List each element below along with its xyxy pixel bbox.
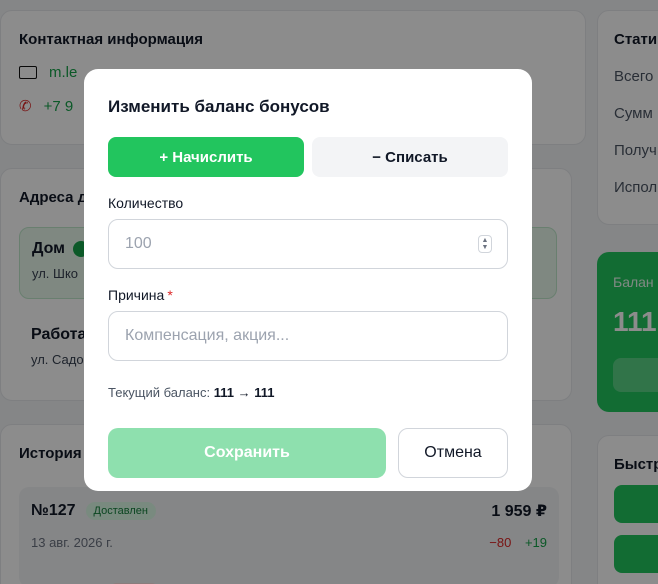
reason-label: Причина bbox=[108, 287, 165, 303]
current-balance-label: Текущий баланс: bbox=[108, 385, 211, 400]
accrue-button[interactable]: + Начислить bbox=[108, 137, 304, 177]
cancel-button[interactable]: Отмена bbox=[398, 428, 508, 478]
save-button[interactable]: Сохранить bbox=[108, 428, 386, 478]
write-off-button[interactable]: − Списать bbox=[312, 137, 508, 177]
edit-bonus-balance-dialog: Изменить баланс бонусов + Начислить − Сп… bbox=[84, 69, 532, 491]
number-stepper-icon[interactable]: ▲ ▼ bbox=[478, 235, 492, 253]
amount-input[interactable] bbox=[108, 219, 508, 269]
amount-label: Количество bbox=[108, 195, 184, 211]
dialog-title: Изменить баланс бонусов bbox=[108, 97, 330, 116]
current-balance-value: 111 → 111 bbox=[213, 385, 275, 400]
reason-input[interactable] bbox=[108, 311, 508, 361]
mode-toggle: + Начислить − Списать bbox=[108, 137, 508, 177]
required-marker: * bbox=[167, 287, 173, 303]
current-balance-text: Текущий баланс: 111 → 111 bbox=[108, 385, 508, 400]
